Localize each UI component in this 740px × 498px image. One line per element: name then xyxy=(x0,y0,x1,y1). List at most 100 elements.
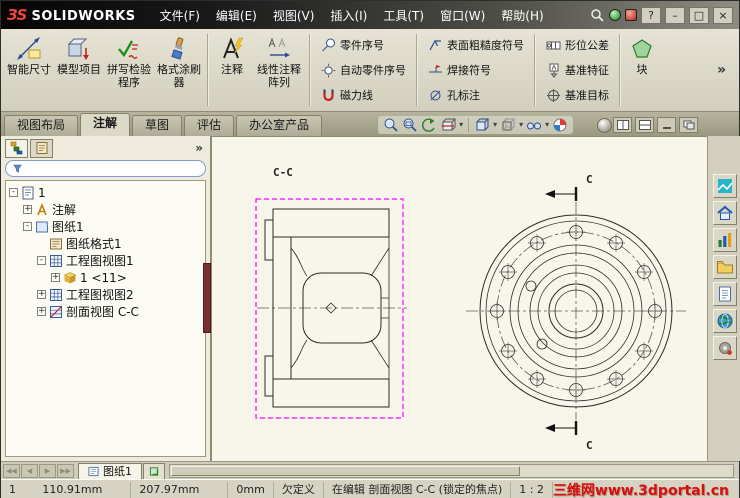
expander-icon[interactable]: + xyxy=(37,290,46,299)
menu-view[interactable]: 视图(V) xyxy=(265,2,323,29)
menu-tools[interactable]: 工具(T) xyxy=(375,2,432,29)
minimize-button[interactable]: – xyxy=(665,6,685,24)
magnetic-line-button[interactable]: 磁力线 xyxy=(315,83,412,107)
section-label-top: C xyxy=(586,173,593,186)
feature-tree-filter-input[interactable] xyxy=(27,162,199,175)
sheet-number: 1 xyxy=(9,482,16,496)
previous-view-icon[interactable] xyxy=(421,117,437,133)
panel-expand-chevron[interactable]: » xyxy=(195,141,206,155)
tree-item-sheet-format1[interactable]: 图纸格式1 xyxy=(6,235,205,252)
geometric-tolerance-button[interactable]: 形位公差 xyxy=(540,33,615,57)
edit-appearance-icon[interactable] xyxy=(552,117,568,133)
format-painter-button[interactable]: 格式涂刷器 xyxy=(154,31,204,109)
previous-sheet-button[interactable]: ◀ xyxy=(21,463,38,478)
tab-evaluate[interactable]: 评估 xyxy=(184,115,235,136)
definition-state: 欠定义 xyxy=(274,481,324,498)
menu-help[interactable]: 帮助(H) xyxy=(493,2,551,29)
tab-annotation[interactable]: 注解 xyxy=(80,113,131,136)
close-button[interactable]: × xyxy=(713,6,733,24)
menu-file[interactable]: 文件(F) xyxy=(152,2,208,29)
first-sheet-button[interactable]: ◀◀ xyxy=(3,463,20,478)
datum-feature-button[interactable]: 基准特征 xyxy=(540,58,615,82)
menu-window[interactable]: 窗口(W) xyxy=(432,2,493,29)
task-pane-home-button[interactable] xyxy=(712,201,737,225)
hide-show-items-icon[interactable] xyxy=(526,117,542,133)
tree-item-label: 图纸格式1 xyxy=(66,237,122,251)
add-sheet-icon xyxy=(149,466,158,476)
maximize-button[interactable]: □ xyxy=(689,6,709,24)
model-items-button[interactable]: 模型项目 xyxy=(54,31,104,109)
window-restore-child-button[interactable] xyxy=(679,117,698,133)
section-view-icon[interactable] xyxy=(440,117,457,133)
dropdown-arrow-icon[interactable]: ▾ xyxy=(519,117,523,133)
tree-item-sheet1[interactable]: - 图纸1 xyxy=(6,218,205,235)
expander-icon[interactable]: - xyxy=(9,188,18,197)
balloon-button[interactable]: 零件序号 xyxy=(315,33,412,57)
ribbon-overflow-button[interactable]: » xyxy=(707,62,736,78)
expander-icon[interactable]: + xyxy=(37,307,46,316)
tab-office-products[interactable]: 办公室产品 xyxy=(236,115,323,136)
section-view-c-c[interactable]: C-C xyxy=(255,166,407,419)
feature-manager-tab-button[interactable] xyxy=(5,138,28,158)
hole-callout-button[interactable]: 孔标注 xyxy=(422,83,530,107)
task-pane-view-palette-button[interactable] xyxy=(712,228,737,252)
smart-dimension-button[interactable]: 智能尺寸 xyxy=(4,31,54,109)
tab-view-layout[interactable]: 视图布局 xyxy=(4,115,79,136)
sheet-tab-sheet1[interactable]: 图纸1 xyxy=(78,462,142,479)
panel-flyout-handle[interactable] xyxy=(203,263,211,333)
tree-item-section-view-cc[interactable]: + 剖面视图 C-C xyxy=(6,303,205,320)
green-indicator-icon[interactable] xyxy=(609,9,621,21)
surface-finish-button[interactable]: 表面粗糙度符号 xyxy=(422,33,530,57)
drawing-canvas[interactable]: C-C C C xyxy=(211,136,707,461)
task-pane-custom-properties-button[interactable] xyxy=(712,336,737,360)
block-button[interactable]: 块 xyxy=(624,31,660,109)
restore-child-icon xyxy=(683,120,694,130)
tab-sketch[interactable]: 草图 xyxy=(132,115,183,136)
tree-item-drawing-view2[interactable]: + 工程图视图2 xyxy=(6,286,205,303)
property-manager-tab-button[interactable] xyxy=(30,138,53,158)
task-pane-resources-button[interactable] xyxy=(712,174,737,198)
horizontal-scrollbar[interactable] xyxy=(169,463,734,478)
next-sheet-button[interactable]: ▶ xyxy=(39,463,56,478)
dropdown-arrow-icon[interactable]: ▾ xyxy=(493,117,497,133)
drawing-view-2[interactable]: C C xyxy=(466,173,686,452)
viewport-split-vertical-button[interactable] xyxy=(613,117,632,133)
scrollbar-thumb[interactable] xyxy=(171,465,521,476)
note-button[interactable]: 注释 xyxy=(212,31,252,109)
red-indicator-icon[interactable] xyxy=(625,9,637,21)
dropdown-arrow-icon[interactable]: ▾ xyxy=(459,117,463,133)
zoom-fit-icon[interactable] xyxy=(383,117,399,133)
menu-edit[interactable]: 编辑(E) xyxy=(208,2,265,29)
expander-icon[interactable]: + xyxy=(23,205,32,214)
last-sheet-button[interactable]: ▶▶ xyxy=(57,463,74,478)
linear-note-pattern-button[interactable]: 线性注释阵列 xyxy=(252,31,306,109)
view-orientation-icon[interactable] xyxy=(474,117,490,133)
menu-insert[interactable]: 插入(I) xyxy=(322,2,375,29)
add-sheet-tab[interactable] xyxy=(143,462,165,479)
expander-icon[interactable]: + xyxy=(51,273,60,282)
dropdown-arrow-icon[interactable]: ▾ xyxy=(545,117,549,133)
window-minimize-child-button[interactable] xyxy=(657,117,676,133)
tree-item-annotations[interactable]: + 注解 xyxy=(6,201,205,218)
datum-target-button[interactable]: 基准目标 xyxy=(540,83,615,107)
zoom-area-icon[interactable] xyxy=(402,117,418,133)
help-button[interactable]: ? xyxy=(641,6,661,24)
weld-symbol-button[interactable]: 焊接符号 xyxy=(422,58,530,82)
apply-scene-icon[interactable] xyxy=(597,118,613,133)
spell-checker-button[interactable]: 拼写检验程序 xyxy=(104,31,154,109)
task-pane-file-explorer-button[interactable] xyxy=(712,255,737,279)
datum-target-icon xyxy=(547,88,560,102)
tree-item-drawing-root[interactable]: - 1 xyxy=(6,184,205,201)
tree-item-drawing-view1[interactable]: - 工程图视图1 xyxy=(6,252,205,269)
task-pane-web-button[interactable] xyxy=(712,309,737,333)
task-pane-design-library-button[interactable] xyxy=(712,282,737,306)
auto-balloon-button[interactable]: 自动零件序号 xyxy=(315,58,412,82)
cursor-y: 207.97mm xyxy=(131,481,229,498)
expander-icon[interactable]: - xyxy=(23,222,32,231)
viewport-split-horizontal-button[interactable] xyxy=(635,117,654,133)
display-style-icon[interactable] xyxy=(500,117,516,133)
search-icon[interactable] xyxy=(590,8,605,23)
expander-icon[interactable]: - xyxy=(37,256,46,265)
tree-item-part-instance[interactable]: + 1 <11> xyxy=(6,269,205,286)
status-bar: 1 110.91mm 207.97mm 0mm 欠定义 在编辑 剖面视图 C-C… xyxy=(1,479,739,498)
